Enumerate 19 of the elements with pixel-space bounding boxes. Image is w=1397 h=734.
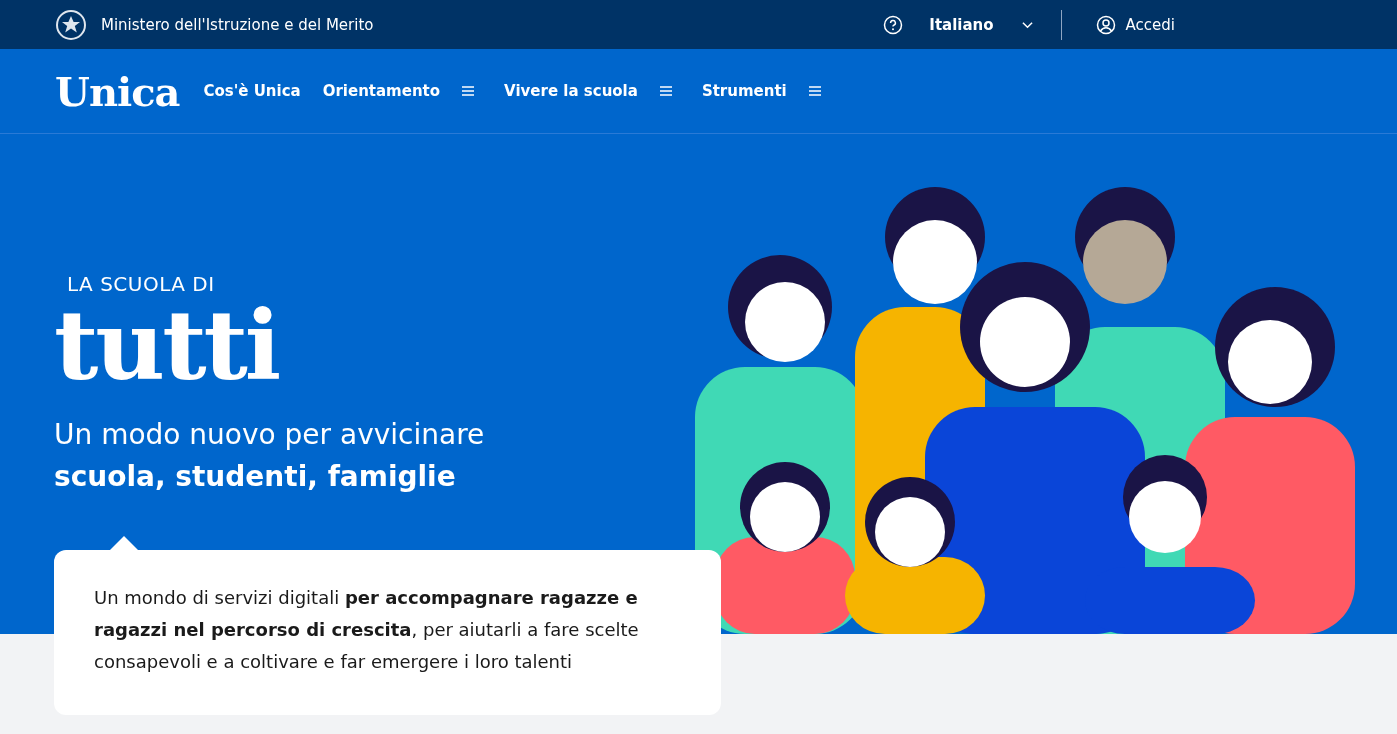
- language-selector[interactable]: Italiano: [929, 15, 1033, 34]
- intro-text: Un mondo di servizi digitali per accompagnare ragazze e ragazzi nel percorso di crescita, per aiutarli a fare scelte consapevoli e a coltivare e far emergere i loro talenti: [94, 586, 640, 674]
- help-icon[interactable]: [883, 14, 904, 35]
- nav-link[interactable]: Orientamento: [322, 82, 441, 100]
- hero-title: tutti: [54, 298, 280, 394]
- nav-link[interactable]: Cos'è Unica: [203, 82, 301, 100]
- menu-icon[interactable]: [808, 86, 821, 96]
- nav-link[interactable]: Vivere la scuola: [504, 82, 638, 100]
- user-icon: [1095, 14, 1116, 35]
- ministry-name[interactable]: Ministero dell'Istruzione e del Merito: [101, 15, 374, 34]
- emblem-icon: [55, 8, 87, 41]
- hero-eyebrow: LA SCUOLA DI: [67, 272, 216, 296]
- hero-subtitle: Un modo nuovo per avvicinare scuola, studenti, famiglie: [54, 417, 486, 495]
- unica-logo[interactable]: Unica: [55, 67, 180, 115]
- menu-icon[interactable]: [659, 86, 672, 96]
- nav-link[interactable]: Strumenti: [701, 82, 787, 100]
- login-link[interactable]: Accedi: [1095, 14, 1175, 35]
- menu-icon[interactable]: [462, 86, 475, 96]
- chevron-down-icon: [1021, 20, 1033, 29]
